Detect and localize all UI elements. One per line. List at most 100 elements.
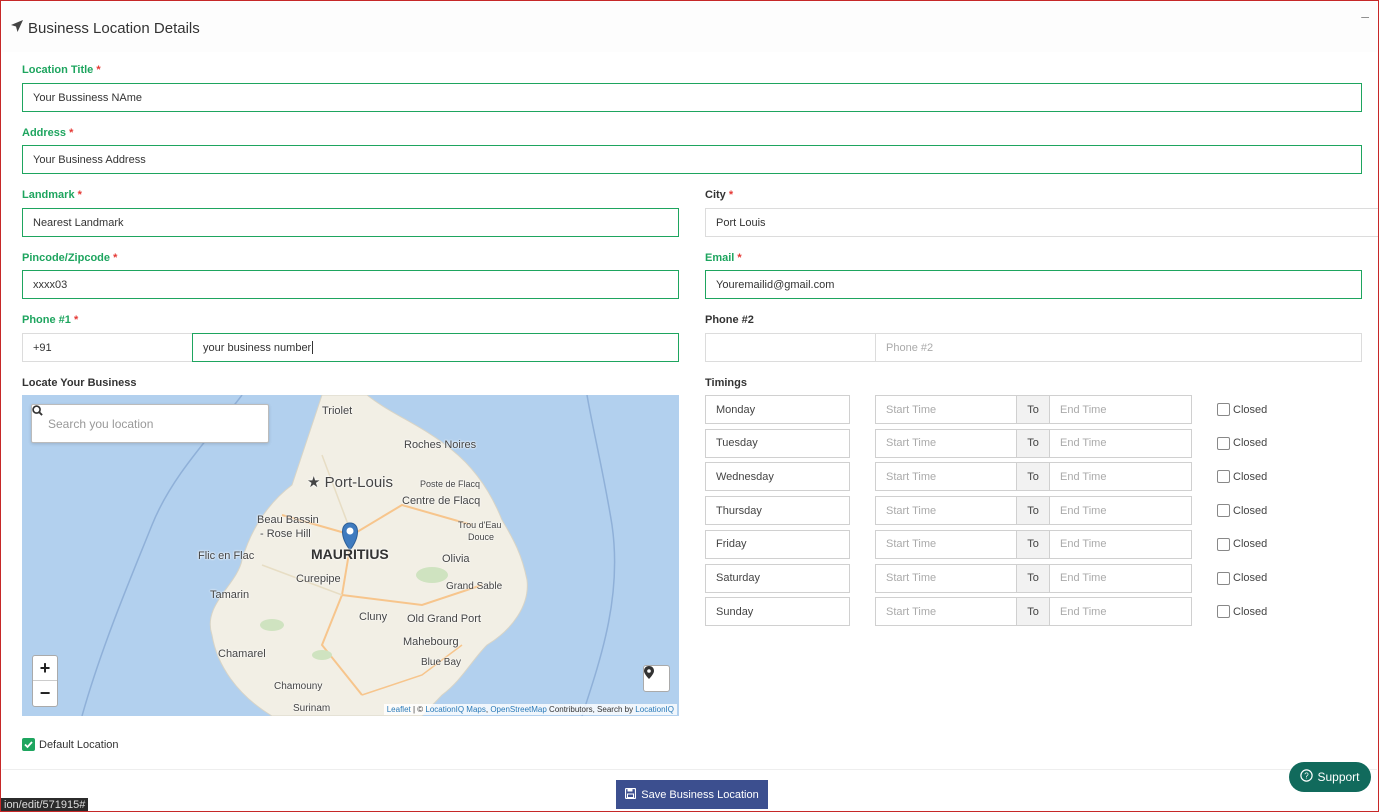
map-place-label: Blue Bay <box>421 657 462 668</box>
end-time-input[interactable]: End Time <box>1049 462 1192 492</box>
zoom-in-button[interactable]: + <box>33 656 57 681</box>
map-attribution: Leaflet | © LocationIQ Maps, OpenStreetM… <box>383 704 677 715</box>
location-map[interactable]: Triolet Roches Noires ★ Port-Louis Poste… <box>22 395 679 716</box>
timing-day-tuesday: Tuesday <box>705 428 850 458</box>
landmark-label: Landmark * <box>22 189 82 201</box>
floppy-disk-icon <box>625 787 637 802</box>
phone1-input[interactable]: your business number <box>192 333 679 362</box>
start-time-input[interactable]: Start Time <box>875 496 1017 526</box>
start-time-input[interactable]: Start Time <box>875 428 1017 458</box>
end-time-input[interactable]: End Time <box>1049 395 1192 424</box>
checkbox-box <box>1217 403 1230 416</box>
locationiq-maps-link[interactable]: LocationIQ Maps <box>425 705 485 714</box>
save-business-location-button[interactable]: Save Business Location <box>616 780 768 809</box>
end-time-input[interactable]: End Time <box>1049 529 1192 559</box>
closed-label: Closed <box>1233 437 1268 450</box>
map-place-label: MAURITIUS <box>311 546 389 562</box>
question-circle-icon: ? <box>1300 769 1314 785</box>
closed-checkbox[interactable]: Closed <box>1217 537 1267 551</box>
checkbox-box <box>1217 537 1230 551</box>
openstreetmap-link[interactable]: OpenStreetMap <box>490 705 546 714</box>
panel-header: Business Location Details – <box>2 2 1377 52</box>
map-place-label: Surinam <box>293 703 331 714</box>
map-place-label: Centre de Flacq <box>402 495 481 507</box>
location-title-label: Location Title * <box>22 64 101 76</box>
map-place-label: - Rose Hill <box>260 528 311 540</box>
page-title: Business Location Details <box>10 19 200 37</box>
page-title-text: Business Location Details <box>28 19 200 37</box>
map-place-label: Flic en Flac <box>198 550 255 562</box>
closed-label: Closed <box>1233 504 1268 517</box>
map-place-label: Tamarin <box>210 589 250 601</box>
start-time-input[interactable]: Start Time <box>875 462 1017 492</box>
checkbox-box <box>1217 470 1230 484</box>
map-place-label: Chamouny <box>274 681 323 692</box>
end-time-input[interactable]: End Time <box>1049 496 1192 526</box>
support-button[interactable]: ? Support <box>1289 762 1371 792</box>
end-time-input[interactable]: End Time <box>1049 563 1192 593</box>
timing-day-monday: Monday <box>705 395 850 424</box>
map-place-label: Olivia <box>442 553 470 565</box>
closed-checkbox[interactable]: Closed <box>1217 605 1268 619</box>
map-place-label: Old Grand Port <box>407 613 481 625</box>
svg-text:?: ? <box>1305 772 1310 781</box>
map-place-label: ★ Port-Louis <box>307 474 393 491</box>
map-place-label: Poste de Flacq <box>420 479 481 489</box>
location-title-input[interactable]: Your Bussiness NAme <box>22 83 1362 112</box>
closed-checkbox[interactable]: Closed <box>1217 403 1267 416</box>
phone2-country-code[interactable] <box>705 333 876 362</box>
to-label: To <box>1016 395 1050 424</box>
timing-day-wednesday: Wednesday <box>705 462 850 492</box>
checkmark-icon <box>22 738 35 751</box>
to-label: To <box>1016 462 1050 492</box>
default-location-checkbox[interactable]: Default Location <box>22 738 119 751</box>
end-time-input[interactable]: End Time <box>1049 597 1192 627</box>
locationiq-link[interactable]: LocationIQ <box>635 705 674 714</box>
city-input[interactable]: Port Louis <box>705 208 1378 237</box>
to-label: To <box>1016 563 1050 593</box>
checkbox-box <box>1217 571 1230 585</box>
collapse-button[interactable]: – <box>1361 8 1369 24</box>
map-place-label: Beau Bassin <box>257 514 319 526</box>
end-time-input[interactable]: End Time <box>1049 428 1192 458</box>
map-place-label: Grand Sable <box>446 581 503 592</box>
start-time-input[interactable]: Start Time <box>875 597 1017 627</box>
email-label: Email * <box>705 252 742 264</box>
timing-day-friday: Friday <box>705 529 850 559</box>
to-label: To <box>1016 496 1050 526</box>
map-place-label: Triolet <box>322 405 353 417</box>
locate-business-label: Locate Your Business <box>22 377 137 389</box>
closed-label: Closed <box>1233 572 1268 584</box>
timing-day-thursday: Thursday <box>705 496 850 526</box>
start-time-input[interactable]: Start Time <box>875 395 1017 424</box>
start-time-input[interactable]: Start Time <box>875 529 1017 559</box>
landmark-input[interactable]: Nearest Landmark <box>22 208 679 237</box>
text-caret <box>312 341 314 354</box>
closed-label: Closed <box>1233 470 1268 483</box>
map-place-label: Roches Noires <box>404 439 477 451</box>
zoom-out-button[interactable]: − <box>33 681 57 706</box>
phone2-input[interactable]: Phone #2 <box>875 333 1362 362</box>
email-input[interactable]: Youremailid@gmail.com <box>705 270 1362 299</box>
closed-checkbox[interactable]: Closed <box>1217 436 1268 450</box>
closed-checkbox[interactable]: Closed <box>1217 470 1268 484</box>
map-place-label: Chamarel <box>218 648 266 660</box>
location-arrow-icon <box>10 19 24 37</box>
address-input[interactable]: Your Business Address <box>22 145 1362 174</box>
pincode-label: Pincode/Zipcode * <box>22 252 118 264</box>
closed-checkbox[interactable]: Closed <box>1217 504 1268 518</box>
closed-checkbox[interactable]: Closed <box>1217 571 1268 585</box>
closed-label: Closed <box>1233 605 1268 618</box>
phone1-label: Phone #1 * <box>22 314 79 326</box>
map-search-input[interactable]: Search you location <box>31 404 269 443</box>
checkbox-box <box>1217 436 1230 450</box>
to-label: To <box>1016 428 1050 458</box>
start-time-input[interactable]: Start Time <box>875 563 1017 593</box>
pincode-input[interactable]: xxxx03 <box>22 270 679 299</box>
timings-label: Timings <box>705 377 747 389</box>
map-zoom-control: + − <box>32 655 58 707</box>
leaflet-link[interactable]: Leaflet <box>387 705 411 714</box>
locate-me-button[interactable] <box>643 665 670 692</box>
phone1-country-code[interactable]: +91 <box>22 333 193 362</box>
to-label: To <box>1016 529 1050 559</box>
